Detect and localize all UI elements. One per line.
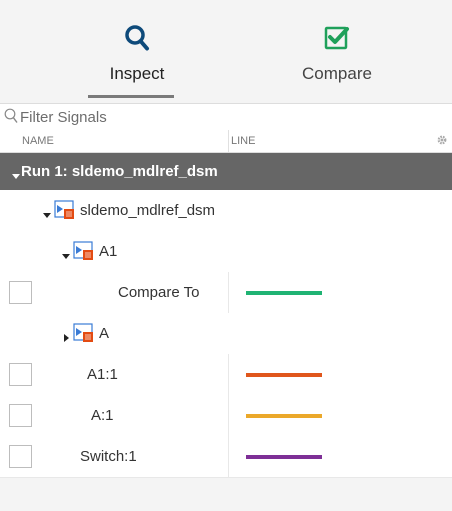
model-reference-icon: [54, 200, 76, 225]
collapsed-triangle-icon[interactable]: [64, 329, 70, 347]
signal-checkbox[interactable]: [9, 404, 32, 427]
tree-row-signal[interactable]: A1:1: [0, 354, 452, 396]
row-divider: [228, 395, 229, 436]
compare-label: Compare: [302, 64, 372, 83]
row-divider: [228, 354, 229, 395]
filter-search-icon: [4, 108, 18, 129]
signal-checkbox[interactable]: [9, 445, 32, 468]
signal-checkbox[interactable]: [9, 281, 32, 304]
line-style-swatch[interactable]: [246, 373, 322, 377]
tree-row-signal[interactable]: Compare To: [0, 272, 452, 314]
toolstrip: Inspect Compare: [0, 0, 452, 103]
gear-icon[interactable]: [436, 134, 448, 149]
tree-item-label: A: [99, 325, 110, 342]
signal-checkbox[interactable]: [9, 363, 32, 386]
column-header: NAME LINE: [0, 130, 452, 153]
signal-label: Compare To: [118, 284, 200, 301]
tree-row-signal[interactable]: Switch:1: [0, 436, 452, 478]
tree-item-label: sldemo_mdlref_dsm: [80, 202, 216, 219]
inspect-tab[interactable]: Inspect: [78, 0, 196, 103]
tree-row-model[interactable]: sldemo_mdlref_dsm: [0, 190, 452, 232]
row-divider: [228, 436, 229, 477]
line-style-swatch[interactable]: [246, 291, 322, 295]
expanded-triangle-icon[interactable]: [62, 247, 70, 265]
tree-row-model[interactable]: A: [0, 313, 452, 355]
signal-label: Switch:1: [80, 448, 137, 465]
collapse-triangle-icon[interactable]: [12, 167, 20, 184]
inspect-tab-underline: [88, 95, 174, 98]
search-icon: [124, 24, 150, 57]
column-name-header[interactable]: NAME: [22, 135, 54, 147]
column-line-header[interactable]: LINE: [231, 135, 255, 147]
line-style-swatch[interactable]: [246, 455, 322, 459]
run-label: Run 1: sldemo_mdlref_dsm: [21, 163, 218, 180]
tree-item-label: A1: [99, 243, 118, 260]
compare-tab[interactable]: Compare: [278, 0, 396, 103]
tree-row-model[interactable]: A1: [0, 231, 452, 273]
checkbox-check-icon: [324, 24, 350, 55]
model-reference-icon: [73, 323, 95, 348]
column-divider[interactable]: [228, 130, 229, 152]
signal-label: A:1: [91, 407, 114, 424]
expanded-triangle-icon[interactable]: [43, 206, 51, 224]
filter-bar: [0, 103, 452, 131]
run-header[interactable]: Run 1: sldemo_mdlref_dsm: [0, 153, 452, 190]
inspect-label: Inspect: [109, 64, 165, 83]
row-divider: [228, 272, 229, 313]
model-reference-icon: [73, 241, 95, 266]
tree-row-signal[interactable]: A:1: [0, 395, 452, 437]
signal-panel: NAME LINE Run 1: sldemo_mdlref_dsm: [0, 103, 452, 511]
filter-signals-input[interactable]: [18, 106, 442, 128]
signal-label: A1:1: [87, 366, 118, 383]
line-style-swatch[interactable]: [246, 414, 322, 418]
